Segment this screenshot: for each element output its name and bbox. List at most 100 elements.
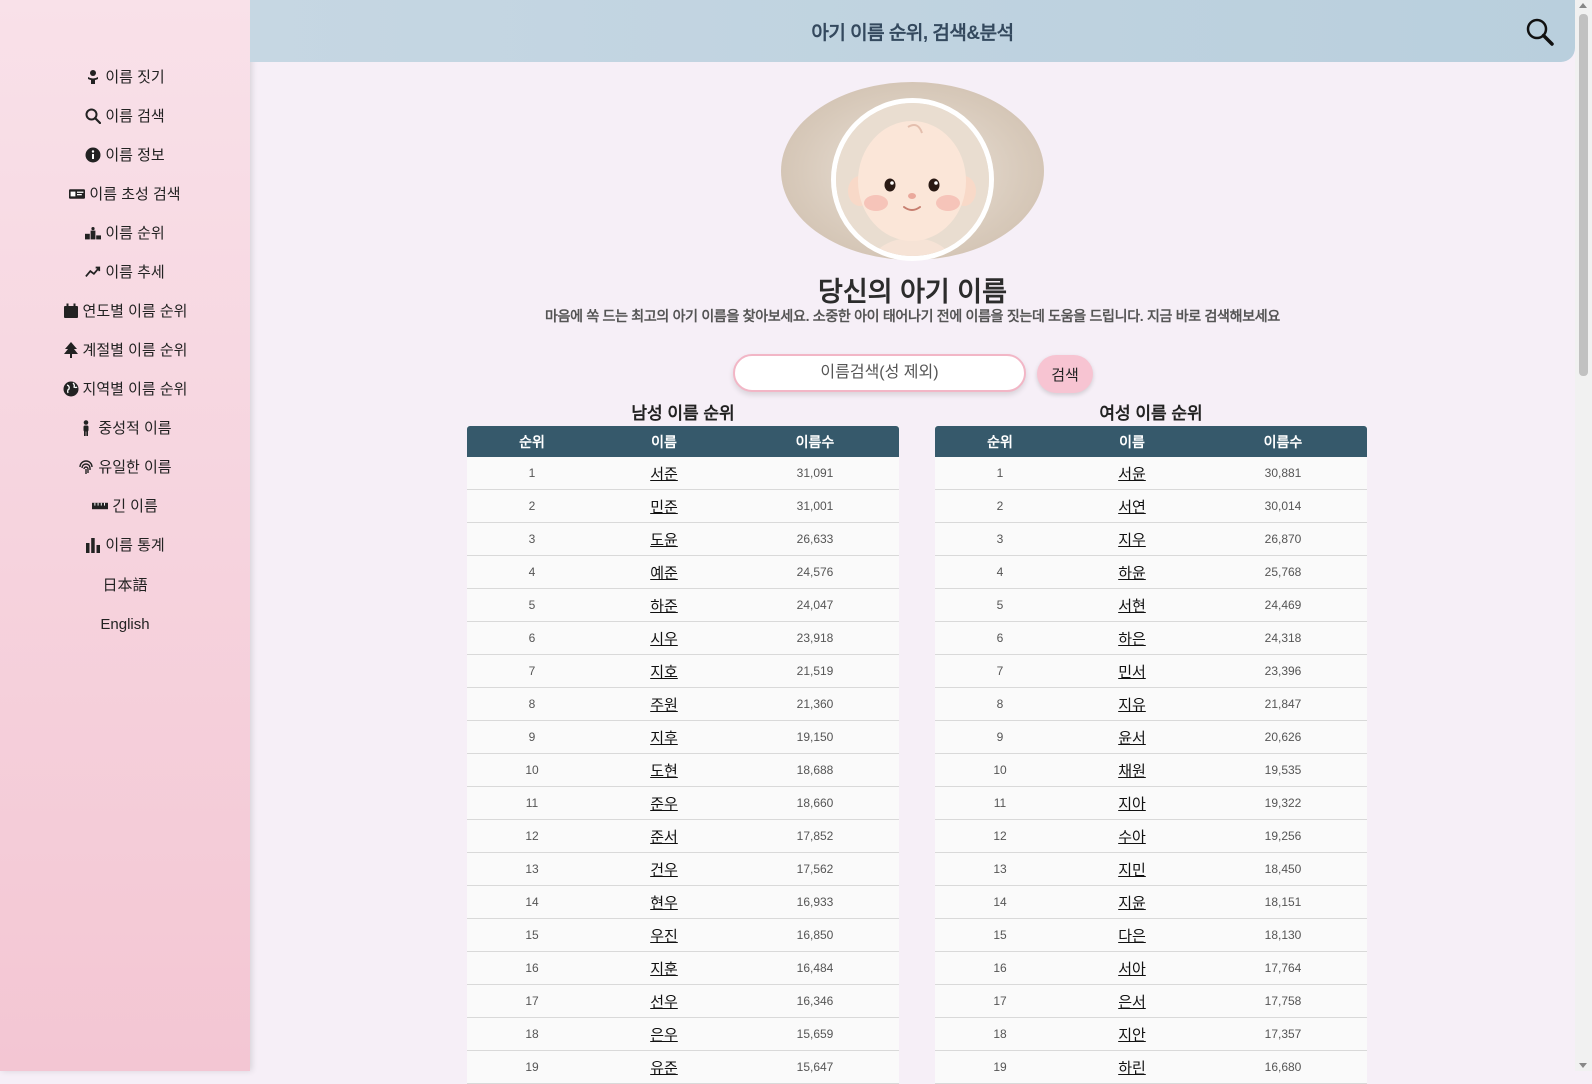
name-link[interactable]: 주원 [650, 697, 678, 714]
male-ranking: 남성 이름 순위 순위 이름 이름수 1 서준 31,091 2 민준 31,001 3 도윤… [467, 402, 899, 1084]
table-row: 18 은우 15,659 [467, 1017, 899, 1051]
name-link[interactable]: 우진 [650, 928, 678, 945]
sidebar-item-label: 이름 추세 [105, 264, 165, 281]
sidebar-item-tree[interactable]: 계절별 이름 순위 [0, 330, 250, 369]
count-cell: 18,450 [1199, 852, 1367, 886]
name-link[interactable]: 서현 [1118, 598, 1146, 615]
name-link[interactable]: 지호 [650, 664, 678, 681]
name-cell: 다은 [1065, 918, 1199, 952]
name-cell: 서현 [1065, 588, 1199, 622]
name-link[interactable]: 시우 [650, 631, 678, 648]
name-link[interactable]: 민준 [650, 499, 678, 516]
name-link[interactable]: 민서 [1118, 664, 1146, 681]
name-link[interactable]: 건우 [650, 862, 678, 879]
table-row: 16 서아 17,764 [935, 951, 1367, 985]
name-link[interactable]: 유준 [650, 1060, 678, 1077]
name-link[interactable]: 예준 [650, 565, 678, 582]
scroll-thumb[interactable] [1579, 14, 1588, 376]
sidebar-item-bar-chart[interactable]: 이름 통계 [0, 525, 250, 564]
name-link[interactable]: 지아 [1118, 796, 1146, 813]
tree-icon [63, 341, 79, 358]
count-cell: 16,933 [731, 885, 899, 919]
ruler-icon [92, 498, 109, 514]
name-link[interactable]: 서윤 [1118, 466, 1146, 483]
rank-cell: 7 [467, 654, 597, 688]
female-table-title: 여성 이름 순위 [1099, 404, 1203, 423]
table-row: 5 서현 24,469 [935, 588, 1367, 622]
name-link[interactable]: 지민 [1118, 862, 1146, 879]
language-link[interactable]: English [0, 604, 250, 644]
table-row: 1 서윤 30,881 [935, 457, 1367, 490]
name-link[interactable]: 다은 [1118, 928, 1146, 945]
sidebar-item-id-card[interactable]: 이름 초성 검색 [0, 174, 250, 213]
name-link[interactable]: 지훈 [650, 961, 678, 978]
name-link[interactable]: 하은 [1118, 631, 1146, 648]
name-link[interactable]: 지안 [1118, 1027, 1146, 1044]
count-cell: 16,346 [731, 984, 899, 1018]
sidebar-item-baby[interactable]: 이름 짓기 [0, 57, 250, 96]
name-link[interactable]: 도윤 [650, 532, 678, 549]
count-cell: 21,847 [1199, 687, 1367, 721]
name-link[interactable]: 은서 [1118, 994, 1146, 1011]
name-link[interactable]: 서준 [650, 466, 678, 483]
name-link[interactable]: 하윤 [1118, 565, 1146, 582]
name-link[interactable]: 지우 [1118, 532, 1146, 549]
bar-chart-icon [85, 537, 101, 553]
sidebar-item-ruler[interactable]: 긴 이름 [0, 486, 250, 525]
sidebar-item-trend[interactable]: 이름 추세 [0, 252, 250, 291]
sidebar-item-fingerprint[interactable]: 유일한 이름 [0, 447, 250, 486]
name-link[interactable]: 하린 [1118, 1060, 1146, 1077]
name-link[interactable]: 채원 [1118, 763, 1146, 780]
table-row: 7 지호 21,519 [467, 654, 899, 688]
rank-cell: 19 [467, 1050, 597, 1084]
name-link[interactable]: 윤서 [1118, 730, 1146, 747]
name-link[interactable]: 지윤 [1118, 895, 1146, 912]
count-cell: 24,318 [1199, 621, 1367, 655]
name-cell: 서준 [597, 457, 731, 490]
name-link[interactable]: 서연 [1118, 499, 1146, 516]
fingerprint-icon [78, 459, 94, 475]
column-header-rank: 순위 [519, 433, 545, 450]
name-link[interactable]: 수아 [1118, 829, 1146, 846]
rank-cell: 19 [935, 1050, 1065, 1084]
name-link[interactable]: 현우 [650, 895, 678, 912]
sidebar-item-calendar[interactable]: 연도별 이름 순위 [0, 291, 250, 330]
sidebar-item-search[interactable]: 이름 검색 [0, 96, 250, 135]
scrollbar[interactable] [1575, 0, 1592, 1071]
scroll-down-arrow-icon[interactable] [1579, 1063, 1587, 1068]
table-row: 19 유준 15,647 [467, 1050, 899, 1084]
count-cell: 17,758 [1199, 984, 1367, 1018]
name-link[interactable]: 준서 [650, 829, 678, 846]
name-cell: 서아 [1065, 951, 1199, 985]
rank-cell: 2 [935, 489, 1065, 523]
column-header-rank: 순위 [987, 433, 1013, 450]
count-cell: 23,918 [731, 621, 899, 655]
sidebar-item-info[interactable]: 이름 정보 [0, 135, 250, 174]
name-link[interactable]: 지후 [650, 730, 678, 747]
sidebar-item-ranking[interactable]: 이름 순위 [0, 213, 250, 252]
name-link[interactable]: 은우 [650, 1027, 678, 1044]
scroll-up-arrow-icon[interactable] [1579, 3, 1587, 8]
sidebar-item-globe[interactable]: 지역별 이름 순위 [0, 369, 250, 408]
name-link[interactable]: 하준 [650, 598, 678, 615]
sidebar-nav: 이름 짓기 이름 검색 이름 정보 이름 초성 검색 이름 순위이름 추세연도별 이름 … [0, 57, 250, 644]
count-cell: 15,659 [731, 1017, 899, 1051]
table-row: 17 은서 17,758 [935, 984, 1367, 1018]
name-link[interactable]: 도현 [650, 763, 678, 780]
language-link[interactable]: 日本語 [0, 564, 250, 604]
name-link[interactable]: 서아 [1118, 961, 1146, 978]
search-button[interactable]: 검색 [1037, 355, 1093, 393]
name-link[interactable]: 선우 [650, 994, 678, 1011]
name-cell: 민서 [1065, 654, 1199, 688]
table-row: 6 시우 23,918 [467, 621, 899, 655]
search-icon[interactable] [1525, 17, 1555, 47]
sidebar-item-person[interactable]: 중성적 이름 [0, 408, 250, 447]
name-cell: 지민 [1065, 852, 1199, 886]
name-link[interactable]: 준우 [650, 796, 678, 813]
search-input[interactable] [733, 354, 1026, 392]
name-link[interactable]: 지유 [1118, 697, 1146, 714]
count-cell: 17,852 [731, 819, 899, 853]
count-cell: 30,014 [1199, 489, 1367, 523]
globe-icon [63, 381, 79, 397]
rank-cell: 15 [935, 918, 1065, 952]
